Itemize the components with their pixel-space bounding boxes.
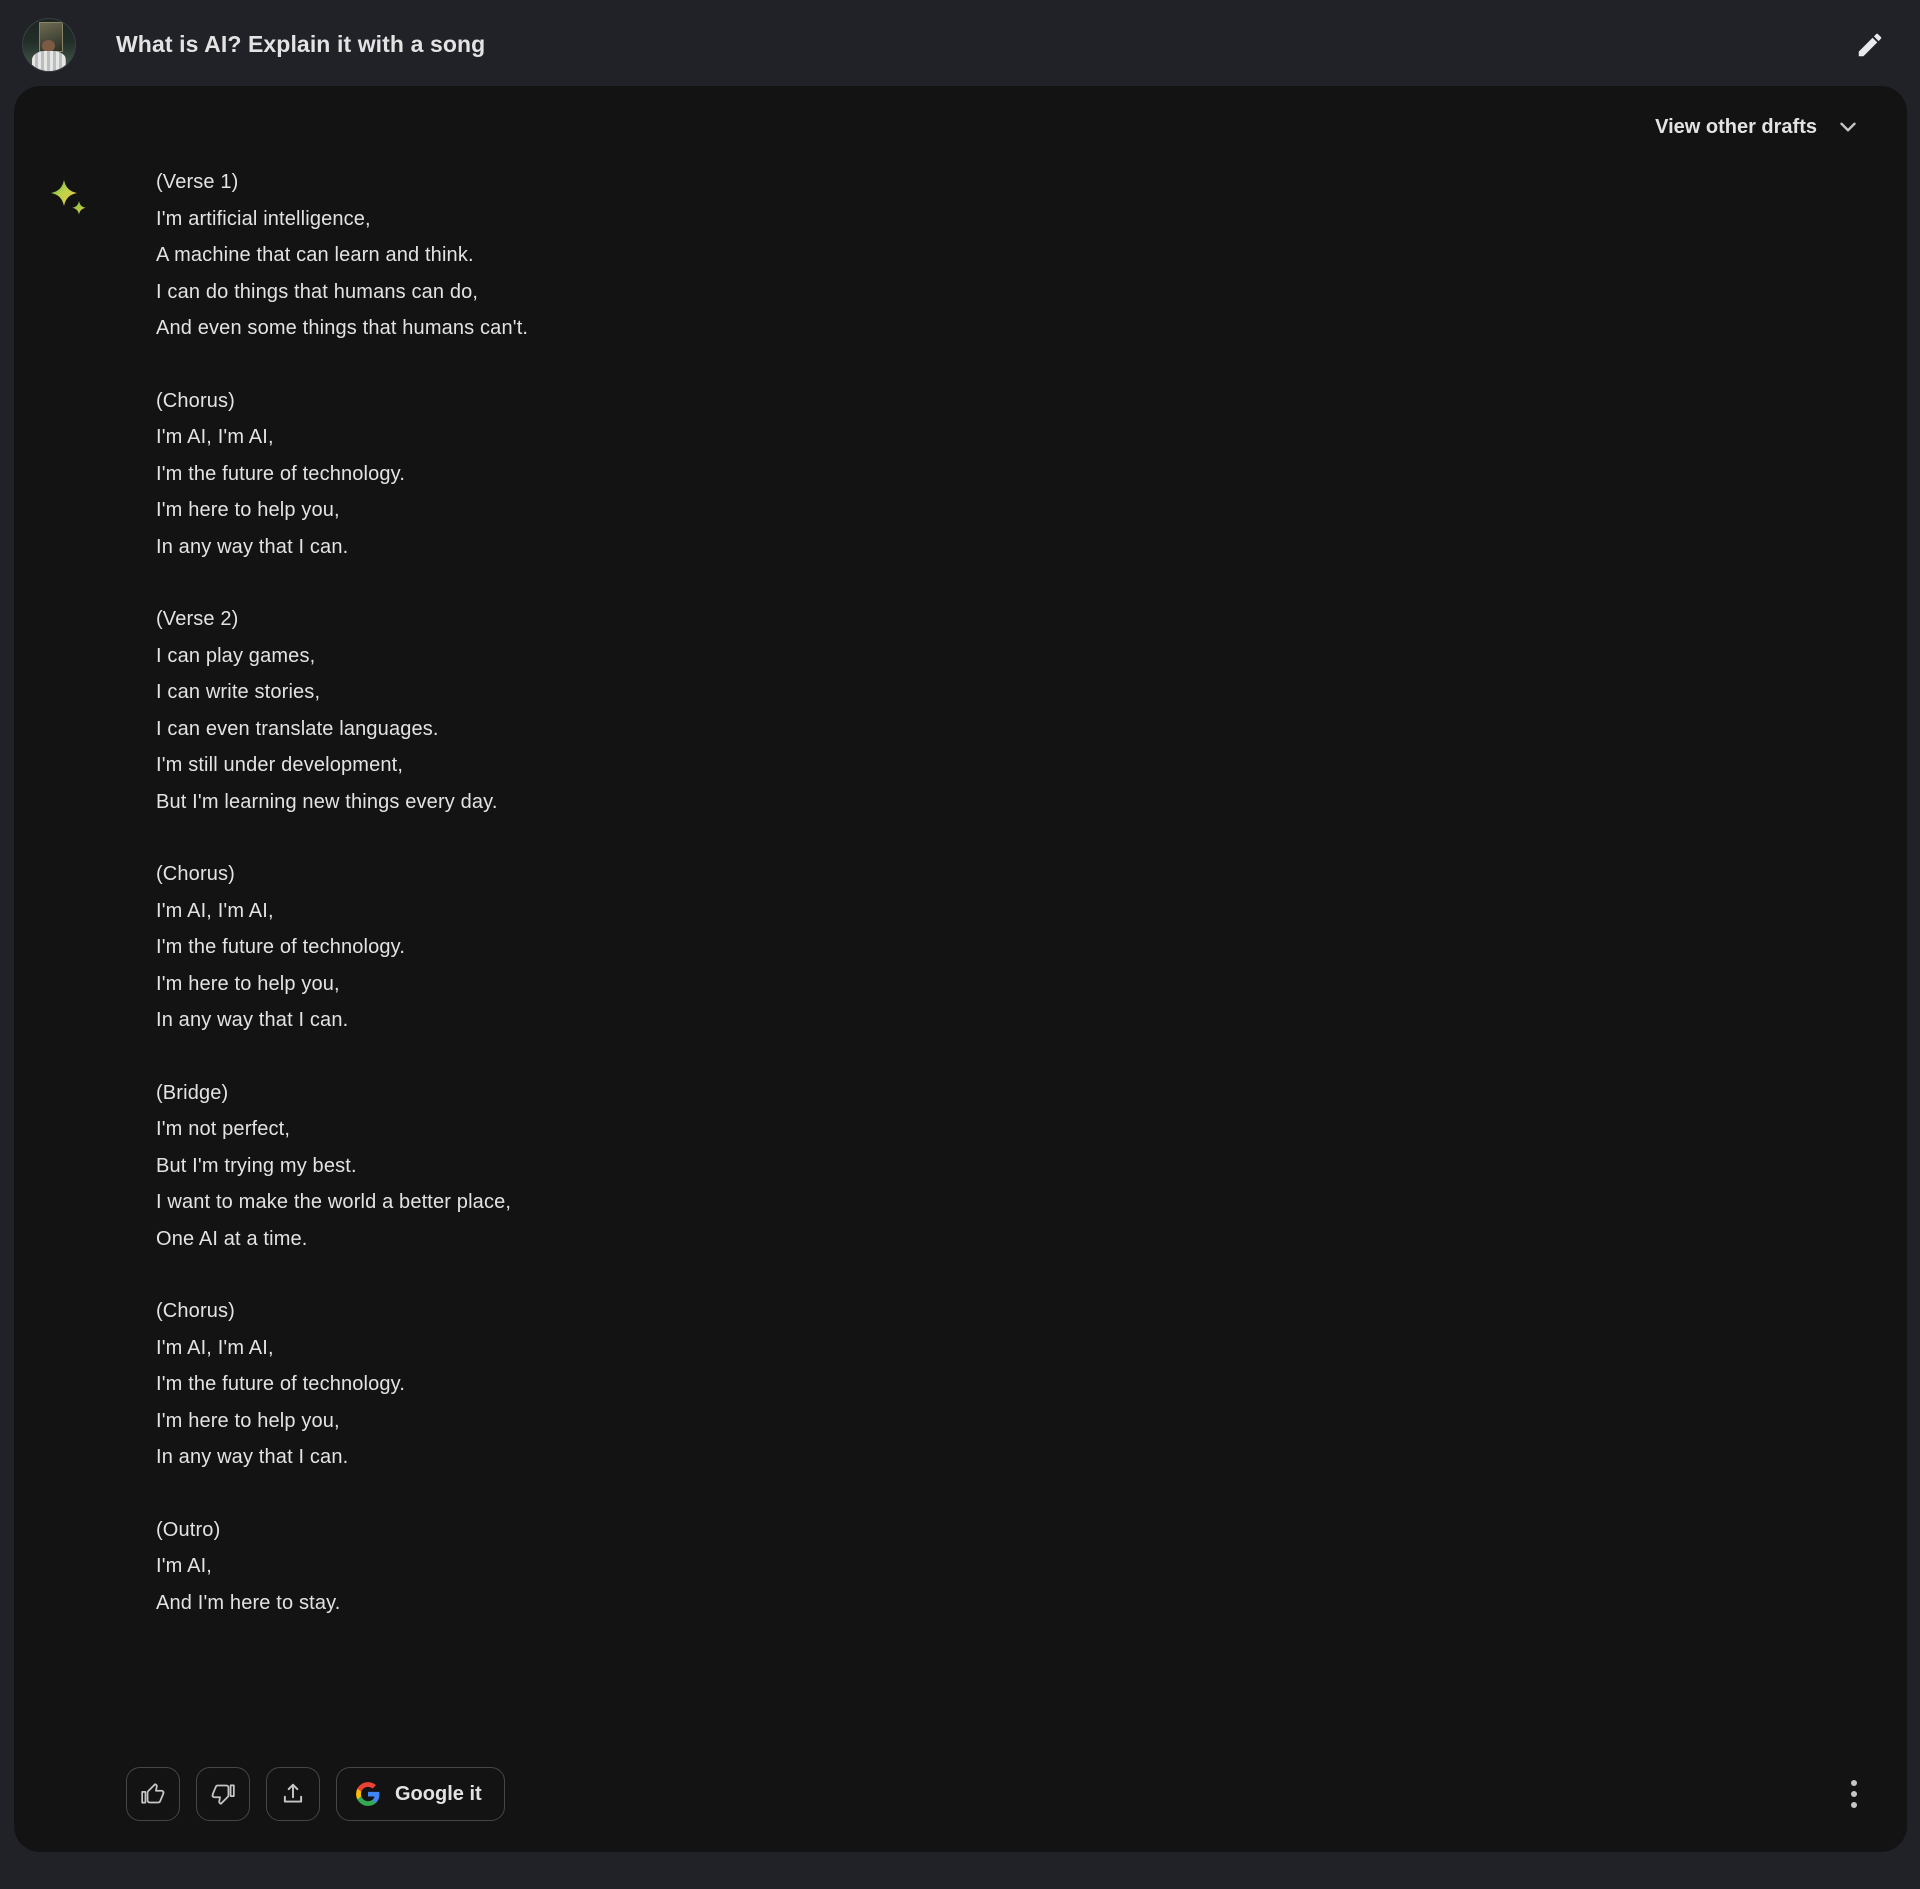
edit-prompt-button[interactable] (1844, 19, 1896, 71)
lyric-line: I'm the future of technology. (156, 462, 406, 485)
google-it-label: Google it (395, 1782, 482, 1805)
lyric-stanza: (Chorus) I'm AI, I'm AI, I'm the future of… (156, 383, 528, 566)
lyric-line: I'm AI, (156, 1555, 212, 1577)
response-actions-bar: Google it (14, 1762, 1907, 1826)
lyric-line: And even some things that humans can't. (156, 317, 529, 339)
bard-conversation-screen: What is AI? Explain it with a song View … (0, 0, 1920, 1889)
lyric-stanza: (Bridge) I'm not perfect, But I'm trying m… (156, 1075, 528, 1258)
lyric-line: In any way that I can. (156, 1446, 349, 1468)
lyric-line: I'm here to help you, (156, 972, 340, 995)
pencil-edit-icon (1858, 33, 1882, 57)
lyric-line: And I'm here to stay. (156, 1591, 341, 1614)
lyric-line: I'm still under development, (156, 754, 404, 776)
lyric-line: I'm artificial intelligence, (156, 207, 371, 230)
share-export-icon (283, 1783, 303, 1803)
lyric-stanza: (Verse 2) I can play games, I can write st… (156, 601, 528, 820)
lyric-stanza: (Chorus) I'm AI, I'm AI, I'm the future of… (156, 856, 528, 1039)
google-g-icon (356, 1782, 380, 1806)
google-it-button[interactable]: Google it (336, 1767, 505, 1821)
lyric-line: I can write stories, (156, 681, 321, 703)
lyric-line: I'm here to help you, (156, 1409, 340, 1432)
lyric-line: I can do things that humans can do, (156, 280, 479, 303)
lyric-stanza: (Verse 1) I'm artificial intelligence, A m… (156, 164, 528, 347)
lyric-line: One AI at a time. (156, 1227, 308, 1250)
stanza-heading: (Verse 2) (156, 608, 239, 630)
thumb-down-icon (211, 1784, 235, 1805)
lyric-line: I'm here to help you, (156, 499, 340, 521)
thumb-up-icon (141, 1783, 165, 1804)
prompt-header: What is AI? Explain it with a song (0, 0, 1920, 90)
stanza-heading: (Chorus) (156, 1300, 235, 1322)
more-vertical-icon-dot (1851, 1791, 1857, 1797)
chevron-down-icon (1840, 122, 1856, 132)
lyric-line: In any way that I can. (156, 1009, 349, 1031)
thumbs-down-button[interactable] (196, 1767, 250, 1821)
avatar-body-detail (32, 51, 66, 71)
lyric-stanza: (Chorus) I'm AI, I'm AI, I'm the future of… (156, 1293, 528, 1476)
prompt-text: What is AI? Explain it with a song (116, 31, 486, 58)
lyric-stanza: (Outro) I'm AI, And I'm here to stay. (156, 1512, 528, 1622)
song-lyrics: (Verse 1) I'm artificial intelligence, A m… (156, 164, 528, 1621)
lyric-line: A machine that can learn and think. (156, 244, 474, 266)
lyric-line: But I'm learning new things every day. (156, 790, 498, 813)
lyric-line: I want to make the world a better place, (156, 1191, 512, 1213)
feedback-action-group: Google it (126, 1767, 505, 1821)
lyric-line: I'm AI, I'm AI, (156, 426, 274, 448)
response-body: (Verse 1) I'm artificial intelligence, A m… (14, 164, 1907, 1621)
more-options-button[interactable] (1827, 1767, 1881, 1821)
stanza-heading: (Verse 1) (156, 171, 239, 193)
lyric-line: I'm AI, I'm AI, (156, 899, 274, 922)
view-other-drafts-label: View other drafts (1655, 115, 1817, 138)
lyric-line: But I'm trying my best. (156, 1154, 357, 1177)
stanza-heading: (Outro) (156, 1518, 221, 1541)
response-card: View other drafts (Verse 1) I'm artifici… (14, 86, 1907, 1852)
bard-sparkle-icon (48, 178, 92, 222)
stanza-heading: (Bridge) (156, 1081, 229, 1104)
stanza-heading: (Chorus) (156, 389, 235, 412)
lyric-line: I can even translate languages. (156, 717, 439, 740)
stanza-heading: (Chorus) (156, 863, 235, 885)
lyric-line: I'm the future of technology. (156, 1373, 406, 1395)
lyric-line: I'm AI, I'm AI, (156, 1336, 274, 1359)
lyric-line: I'm not perfect, (156, 1118, 291, 1140)
lyric-line: In any way that I can. (156, 535, 349, 558)
lyric-line: I can play games, (156, 644, 316, 667)
thumbs-up-button[interactable] (126, 1767, 180, 1821)
more-vertical-icon-dot (1851, 1802, 1857, 1808)
lyric-line: I'm the future of technology. (156, 936, 406, 958)
share-button[interactable] (266, 1767, 320, 1821)
more-vertical-icon-dot (1851, 1780, 1857, 1786)
view-other-drafts-button[interactable]: View other drafts (1645, 106, 1871, 148)
avatar (22, 18, 76, 72)
